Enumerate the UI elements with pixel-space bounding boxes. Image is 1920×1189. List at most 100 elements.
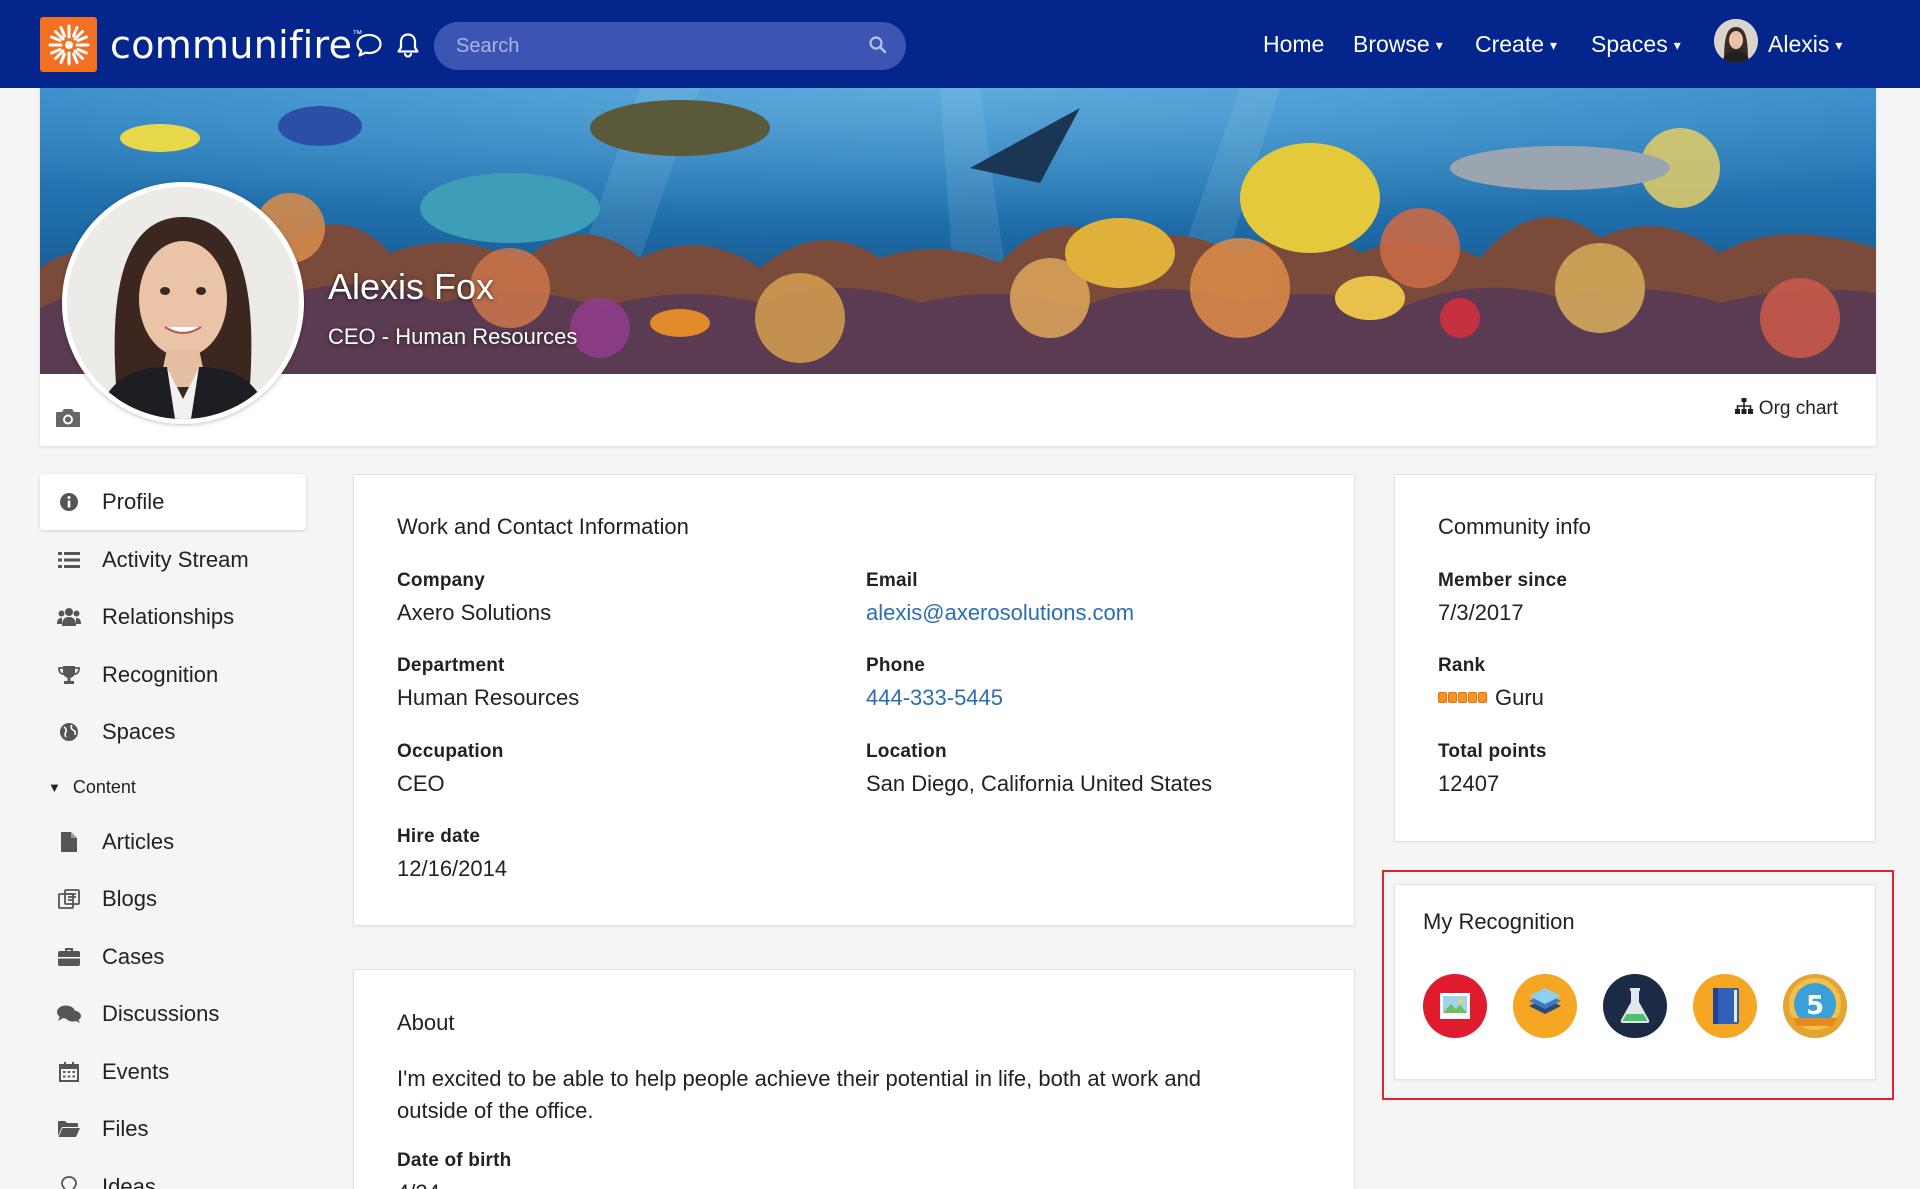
sidebar-item-relationships[interactable]: Relationships xyxy=(40,589,306,645)
member-since-label: Member since xyxy=(1438,570,1568,591)
sidebar-section-label: Content xyxy=(72,777,136,797)
total-points-field: Total points 12407 xyxy=(1438,741,1547,797)
profile-job-title: CEO - Human Resources xyxy=(328,324,578,349)
sidebar-item-cases[interactable]: Cases xyxy=(40,929,306,985)
phone-field: Phone 444-333-5445 xyxy=(866,655,1003,711)
folder-icon xyxy=(56,1118,82,1140)
company-value: Axero Solutions xyxy=(397,600,552,625)
triangle-down-icon: ▼ xyxy=(48,780,61,795)
top-navigation-bar: communifire ™ Home Browse ▾ Create ▾ Space… xyxy=(0,0,1920,88)
search-bar xyxy=(434,22,906,70)
flask-badge-icon[interactable] xyxy=(1603,974,1667,1038)
nav-spaces-menu[interactable]: Spaces ▾ xyxy=(1591,31,1681,58)
sidebar-item-activity-stream[interactable]: Activity Stream xyxy=(40,532,306,588)
book-badge-icon[interactable] xyxy=(1693,974,1757,1038)
sidebar-item-label: Spaces xyxy=(102,719,176,744)
sidebar-item-ideas[interactable]: Ideas xyxy=(40,1159,306,1189)
community-info-title: Community info xyxy=(1438,514,1591,539)
sidebar-item-events[interactable]: Events xyxy=(40,1044,306,1100)
profile-name: Alexis Fox xyxy=(328,266,495,307)
nav-browse-label: Browse xyxy=(1353,31,1430,57)
hire-date-field: Hire date 12/16/2014 xyxy=(397,826,507,882)
date-of-birth-value: 4/24 xyxy=(397,1180,512,1189)
company-field: Company Axero Solutions xyxy=(397,570,551,626)
user-menu-name: Alexis xyxy=(1768,31,1830,57)
rank-value: Guru xyxy=(1495,685,1544,710)
email-link[interactable]: alexis@axerosolutions.com xyxy=(866,600,1134,626)
sidebar-item-files[interactable]: Files xyxy=(40,1101,306,1157)
sidebar-item-label: Blogs xyxy=(102,886,158,911)
camera-icon[interactable] xyxy=(54,406,82,435)
calendar-icon xyxy=(56,1061,82,1083)
user-avatar[interactable] xyxy=(1714,19,1758,63)
rank-label: Rank xyxy=(1438,655,1486,676)
hire-date-value: 12/16/2014 xyxy=(397,856,508,881)
sidebar-item-label: Ideas xyxy=(102,1173,156,1189)
nav-create-menu[interactable]: Create ▾ xyxy=(1475,31,1557,58)
search-icon[interactable] xyxy=(868,35,888,60)
trophy-icon xyxy=(56,664,82,686)
work-contact-card: Work and Contact Information Company Axe… xyxy=(353,474,1355,926)
nav-spaces-label: Spaces xyxy=(1591,31,1668,57)
sidebar-item-articles[interactable]: Articles xyxy=(40,814,306,870)
org-chart-button[interactable]: Org chart xyxy=(1734,398,1838,420)
communifire-logo[interactable]: communifire ™ xyxy=(40,17,362,72)
org-chart-label: Org chart xyxy=(1758,398,1838,419)
file-icon xyxy=(56,831,82,853)
email-label: Email xyxy=(866,570,918,591)
picture-badge-icon[interactable] xyxy=(1423,974,1487,1038)
sidebar-item-label: Events xyxy=(102,1058,170,1084)
phone-link[interactable]: 444-333-5445 xyxy=(866,685,1003,711)
sidebar-item-label: Profile xyxy=(102,489,165,514)
nav-browse-menu[interactable]: Browse ▾ xyxy=(1353,31,1443,58)
globe-icon xyxy=(56,721,82,743)
users-icon xyxy=(56,606,82,628)
user-menu[interactable]: Alexis ▾ xyxy=(1768,31,1842,58)
layers-badge-icon[interactable] xyxy=(1513,974,1577,1038)
reef-cover-image xyxy=(40,88,1876,374)
comments-icon xyxy=(56,1003,82,1025)
chat-bubble-icon[interactable] xyxy=(354,30,384,60)
department-field: Department Human Resources xyxy=(397,655,579,711)
sidebar-item-discussions[interactable]: Discussions xyxy=(40,986,306,1042)
anniversary-5-badge-icon[interactable]: 5 xyxy=(1783,974,1847,1038)
sidebar-item-profile[interactable]: Profile xyxy=(40,474,306,530)
company-label: Company xyxy=(397,570,485,591)
profile-avatar[interactable] xyxy=(62,182,304,424)
sidebar-item-label: Recognition xyxy=(102,661,219,687)
about-title: About xyxy=(397,1010,455,1035)
sidebar-item-recognition[interactable]: Recognition xyxy=(40,647,306,703)
cover-photo: Alexis Fox CEO - Human Resources xyxy=(40,88,1876,374)
notification-bell-icon[interactable] xyxy=(393,30,423,60)
sidebar-item-label: Articles xyxy=(102,828,175,854)
sidebar-item-label: Relationships xyxy=(102,604,235,629)
email-field: Email alexis@axerosolutions.com xyxy=(866,570,1134,626)
anniversary-number: 5 xyxy=(1806,991,1824,1021)
occupation-value: CEO xyxy=(397,771,445,796)
lightbulb-icon xyxy=(56,1175,82,1189)
sidebar-item-blogs[interactable]: Blogs xyxy=(40,871,306,927)
caret-down-icon: ▾ xyxy=(1550,37,1558,53)
my-recognition-title: My Recognition xyxy=(1423,909,1575,934)
profile-sidebar: Profile Activity Stream Relationships Re… xyxy=(40,474,306,1189)
briefcase-icon xyxy=(56,946,82,968)
rank-field: Rank Guru xyxy=(1438,655,1544,711)
search-input[interactable] xyxy=(456,34,856,58)
date-of-birth-label: Date of birth xyxy=(397,1150,512,1171)
sidebar-item-label: Files xyxy=(102,1116,149,1141)
sidebar-section-content[interactable]: ▼ Content xyxy=(40,762,306,814)
about-card: About I'm excited to be able to help peo… xyxy=(353,969,1355,1189)
sidebar-item-spaces[interactable]: Spaces xyxy=(40,704,306,760)
total-points-label: Total points xyxy=(1438,741,1547,762)
nav-home-link[interactable]: Home xyxy=(1263,31,1324,58)
community-info-card: Community info Member since 7/3/2017 Ran… xyxy=(1394,474,1876,842)
sidebar-item-label: Cases xyxy=(102,943,165,969)
occupation-label: Occupation xyxy=(397,741,504,762)
department-value: Human Resources xyxy=(397,685,580,710)
member-since-value: 7/3/2017 xyxy=(1438,600,1524,625)
about-text-line: outside of the office. xyxy=(397,1098,594,1123)
caret-down-icon: ▾ xyxy=(1435,37,1443,53)
about-text: I'm excited to be able to help people ac… xyxy=(397,1063,1327,1127)
about-text-line: I'm excited to be able to help people ac… xyxy=(397,1066,1202,1091)
rank-value-row: Guru xyxy=(1438,685,1544,711)
